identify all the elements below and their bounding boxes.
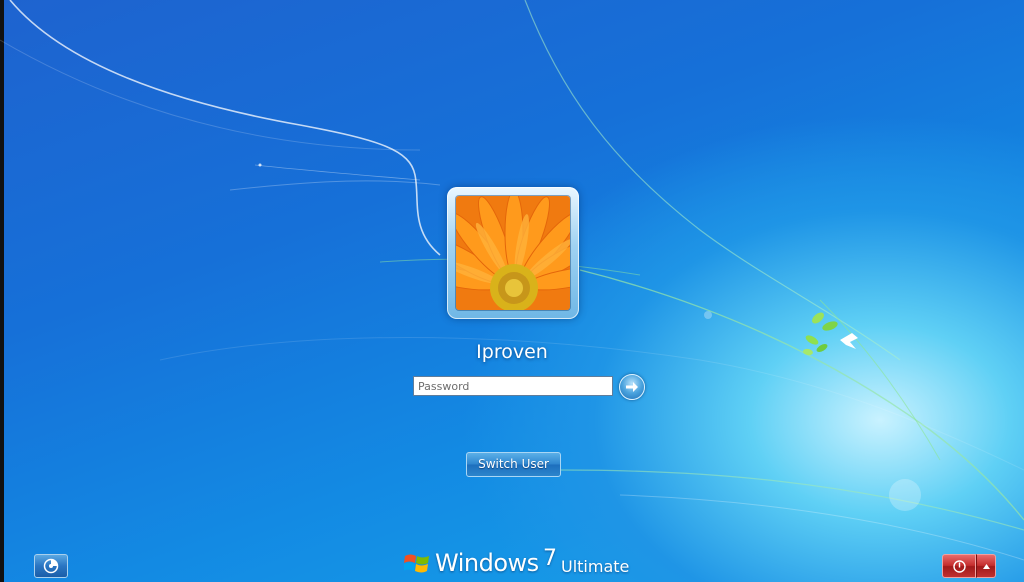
password-input[interactable]	[413, 376, 613, 396]
user-tile[interactable]	[447, 187, 579, 319]
caret-up-icon	[983, 564, 990, 569]
switch-user-button[interactable]: Switch User	[466, 452, 561, 477]
user-name: Iproven	[476, 341, 548, 363]
submit-button[interactable]	[619, 374, 645, 400]
ease-of-access-icon	[43, 558, 59, 574]
windows-flag-icon	[404, 554, 429, 573]
brand-windows-text: Windows	[435, 549, 539, 577]
power-icon	[953, 560, 966, 573]
windows-branding: Windows 7 Ultimate	[404, 546, 644, 580]
brand-edition-text: Ultimate	[561, 557, 630, 576]
login-screen: Iproven Switch User Windows 7 Ultimate	[0, 0, 1024, 582]
shutdown-options-button[interactable]	[976, 554, 996, 578]
arrow-right-icon	[626, 382, 638, 392]
shutdown-button[interactable]	[942, 554, 976, 578]
shutdown-controls	[942, 554, 996, 578]
user-picture-flower	[456, 196, 570, 310]
brand-version-text: 7	[543, 546, 557, 571]
leaves-decoration	[803, 312, 858, 356]
ease-of-access-button[interactable]	[34, 554, 68, 578]
